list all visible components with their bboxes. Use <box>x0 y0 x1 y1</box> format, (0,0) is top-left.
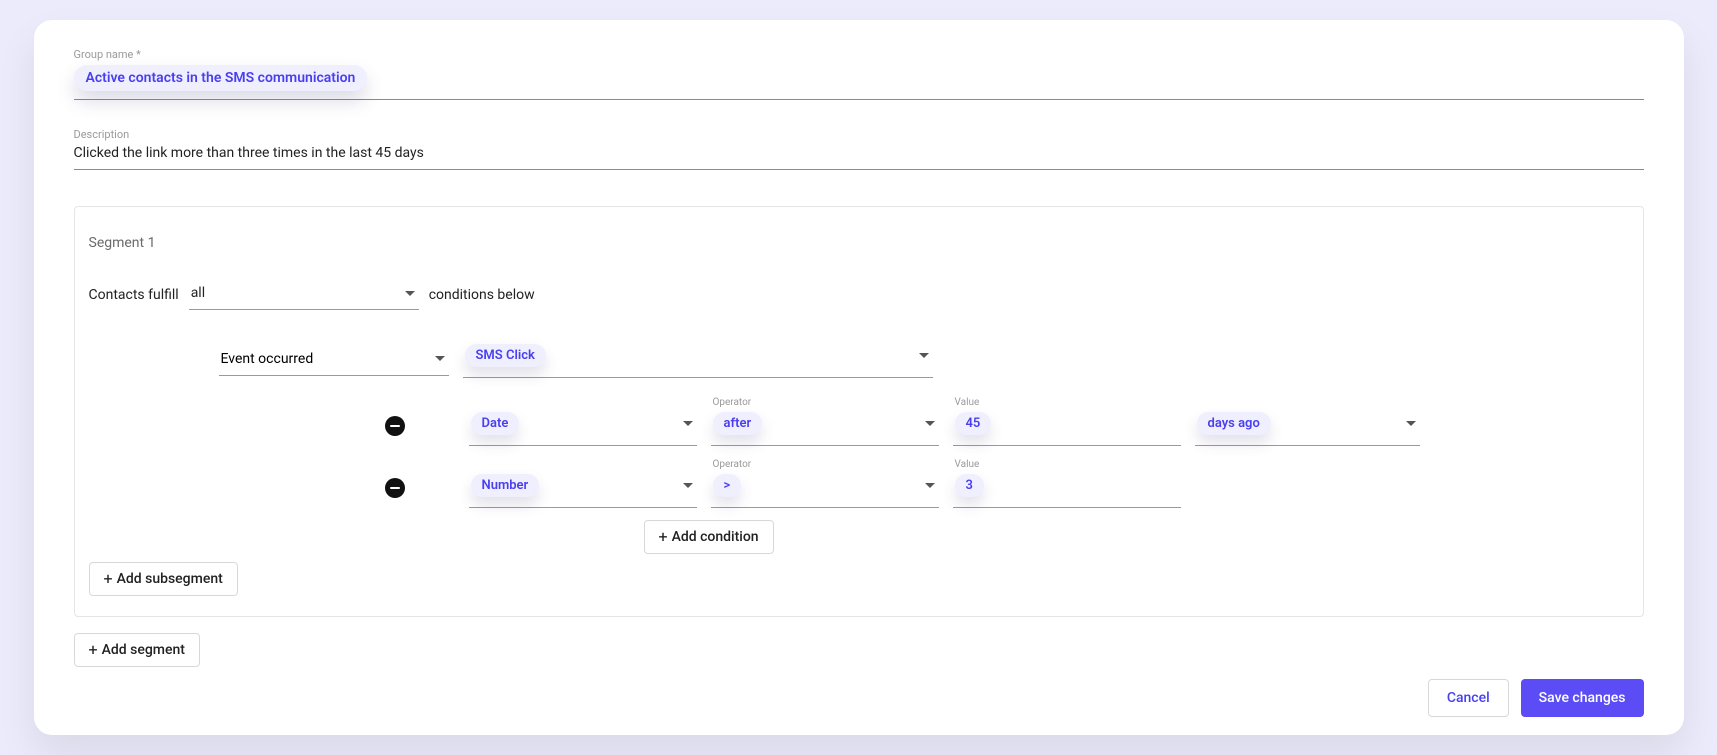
value-label: Value <box>955 459 1181 470</box>
fulfill-suffix: conditions below <box>429 287 535 303</box>
fulfill-operator-value: all <box>191 285 205 301</box>
group-name-field: Group name * Active contacts in the SMS … <box>74 48 1644 100</box>
condition-operator-select[interactable]: after <box>711 410 939 446</box>
condition-row: Date Operator after Value <box>219 396 1629 446</box>
footer-actions: Cancel Save changes <box>74 679 1644 717</box>
segment-editor-card: Group name * Active contacts in the SMS … <box>34 20 1684 735</box>
description-label: Description <box>74 128 1644 141</box>
segment-title: Segment 1 <box>89 235 1629 251</box>
add-condition-label: Add condition <box>672 529 759 545</box>
remove-condition-button[interactable] <box>385 416 405 436</box>
condition-value-chip: 3 <box>955 474 984 497</box>
event-name-chip: SMS Click <box>465 344 546 367</box>
condition-field-chip: Date <box>471 412 520 435</box>
condition-operator-select[interactable]: > <box>711 472 939 508</box>
event-type-value: Event occurred <box>221 351 314 367</box>
chevron-down-icon <box>925 483 935 488</box>
plus-icon: + <box>89 642 98 658</box>
event-type-select[interactable]: Event occurred <box>219 345 449 376</box>
group-name-chip: Active contacts in the SMS communication <box>74 65 368 91</box>
group-name-input-row[interactable]: Active contacts in the SMS communication <box>74 65 1644 100</box>
condition-value-input[interactable]: 3 <box>953 472 1181 508</box>
operator-label: Operator <box>713 397 939 408</box>
conditions-container: Event occurred SMS Click <box>89 342 1629 554</box>
save-button[interactable]: Save changes <box>1521 679 1644 717</box>
plus-icon: + <box>659 529 668 545</box>
group-name-label: Group name * <box>74 48 1644 61</box>
add-subsegment-label: Add subsegment <box>117 571 223 587</box>
operator-label: Operator <box>713 459 939 470</box>
condition-row: Number Operator > Value <box>219 458 1629 508</box>
event-row: Event occurred SMS Click <box>219 342 1629 378</box>
event-name-select[interactable]: SMS Click <box>463 342 933 378</box>
chevron-down-icon <box>683 421 693 426</box>
condition-value-input[interactable]: 45 <box>953 410 1181 446</box>
chevron-down-icon <box>1406 421 1416 426</box>
chevron-down-icon <box>435 356 445 361</box>
chevron-down-icon <box>683 483 693 488</box>
chevron-down-icon <box>405 291 415 296</box>
add-condition-button[interactable]: + Add condition <box>644 520 774 554</box>
description-input[interactable]: Clicked the link more than three times i… <box>74 145 1644 170</box>
condition-value-chip: 45 <box>955 412 992 435</box>
condition-field-select[interactable]: Number <box>469 472 697 508</box>
chevron-down-icon <box>925 421 935 426</box>
fulfill-row: Contacts fulfill all conditions below <box>89 279 1629 310</box>
condition-operator-chip: after <box>713 412 763 435</box>
add-segment-button[interactable]: + Add segment <box>74 633 200 667</box>
condition-field-chip: Number <box>471 474 540 497</box>
minus-icon <box>390 487 400 489</box>
remove-condition-button[interactable] <box>385 478 405 498</box>
add-segment-label: Add segment <box>102 642 185 658</box>
add-subsegment-button[interactable]: + Add subsegment <box>89 562 238 596</box>
minus-icon <box>390 425 400 427</box>
fulfill-prefix: Contacts fulfill <box>89 287 179 303</box>
description-field: Description Clicked the link more than t… <box>74 128 1644 170</box>
value-label: Value <box>955 397 1181 408</box>
condition-unit-chip: days ago <box>1197 412 1271 435</box>
condition-unit-select[interactable]: days ago <box>1195 410 1420 446</box>
fulfill-operator-select[interactable]: all <box>189 279 419 310</box>
cancel-button[interactable]: Cancel <box>1428 679 1509 717</box>
segment-card: Segment 1 Contacts fulfill all condition… <box>74 206 1644 617</box>
plus-icon: + <box>104 571 113 587</box>
condition-field-select[interactable]: Date <box>469 410 697 446</box>
condition-operator-chip: > <box>713 474 742 497</box>
chevron-down-icon <box>919 353 929 358</box>
